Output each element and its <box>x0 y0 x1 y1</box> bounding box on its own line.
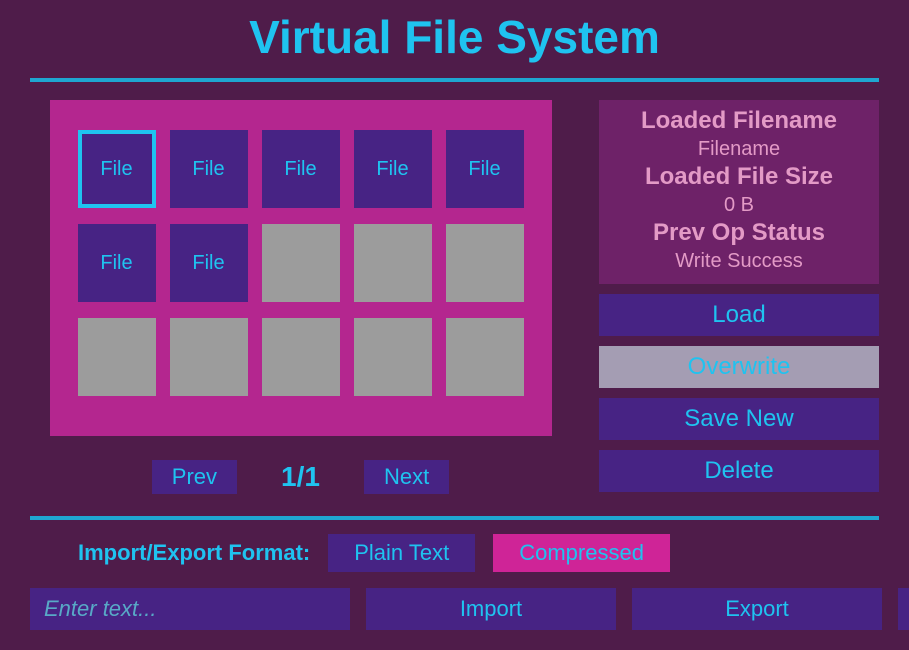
divider-top <box>30 78 879 82</box>
loaded-filename-label: Loaded Filename <box>607 106 871 136</box>
file-grid-panel: FileFileFileFileFileFileFileFileFileFile… <box>50 100 552 436</box>
prev-op-status-value: Write Success <box>607 248 871 274</box>
file-tile-10: File <box>78 318 156 396</box>
file-tile-11: File <box>170 318 248 396</box>
prev-button[interactable]: Prev <box>152 460 237 494</box>
clear-button[interactable]: Clear <box>898 588 909 630</box>
prev-op-status-label: Prev Op Status <box>607 218 871 248</box>
divider-bottom <box>30 516 879 520</box>
file-tile-6[interactable]: File <box>170 224 248 302</box>
loaded-filesize-value: 0 B <box>607 192 871 218</box>
file-tile-7: File <box>262 224 340 302</box>
load-button[interactable]: Load <box>599 294 879 336</box>
export-button[interactable]: Export <box>632 588 882 630</box>
file-tile-2[interactable]: File <box>262 130 340 208</box>
next-button[interactable]: Next <box>364 460 449 494</box>
format-label: Import/Export Format: <box>78 540 310 566</box>
page-title: Virtual File System <box>30 10 879 64</box>
format-compressed-button[interactable]: Compressed <box>493 534 670 572</box>
file-tile-4[interactable]: File <box>446 130 524 208</box>
file-tile-12: File <box>262 318 340 396</box>
file-tile-9: File <box>446 224 524 302</box>
file-tile-0[interactable]: File <box>78 130 156 208</box>
file-tile-8: File <box>354 224 432 302</box>
file-tile-3[interactable]: File <box>354 130 432 208</box>
save-new-button[interactable]: Save New <box>599 398 879 440</box>
page-indicator: 1/1 <box>281 461 320 493</box>
overwrite-button[interactable]: Overwrite <box>599 346 879 388</box>
file-tile-5[interactable]: File <box>78 224 156 302</box>
import-export-input[interactable] <box>30 588 350 630</box>
format-plain-button[interactable]: Plain Text <box>328 534 475 572</box>
info-panel: Loaded Filename Filename Loaded File Siz… <box>599 100 879 284</box>
file-tile-13: File <box>354 318 432 396</box>
loaded-filesize-label: Loaded File Size <box>607 162 871 192</box>
file-tile-14: File <box>446 318 524 396</box>
delete-button[interactable]: Delete <box>599 450 879 492</box>
file-tile-1[interactable]: File <box>170 130 248 208</box>
import-button[interactable]: Import <box>366 588 616 630</box>
loaded-filename-value: Filename <box>607 136 871 162</box>
